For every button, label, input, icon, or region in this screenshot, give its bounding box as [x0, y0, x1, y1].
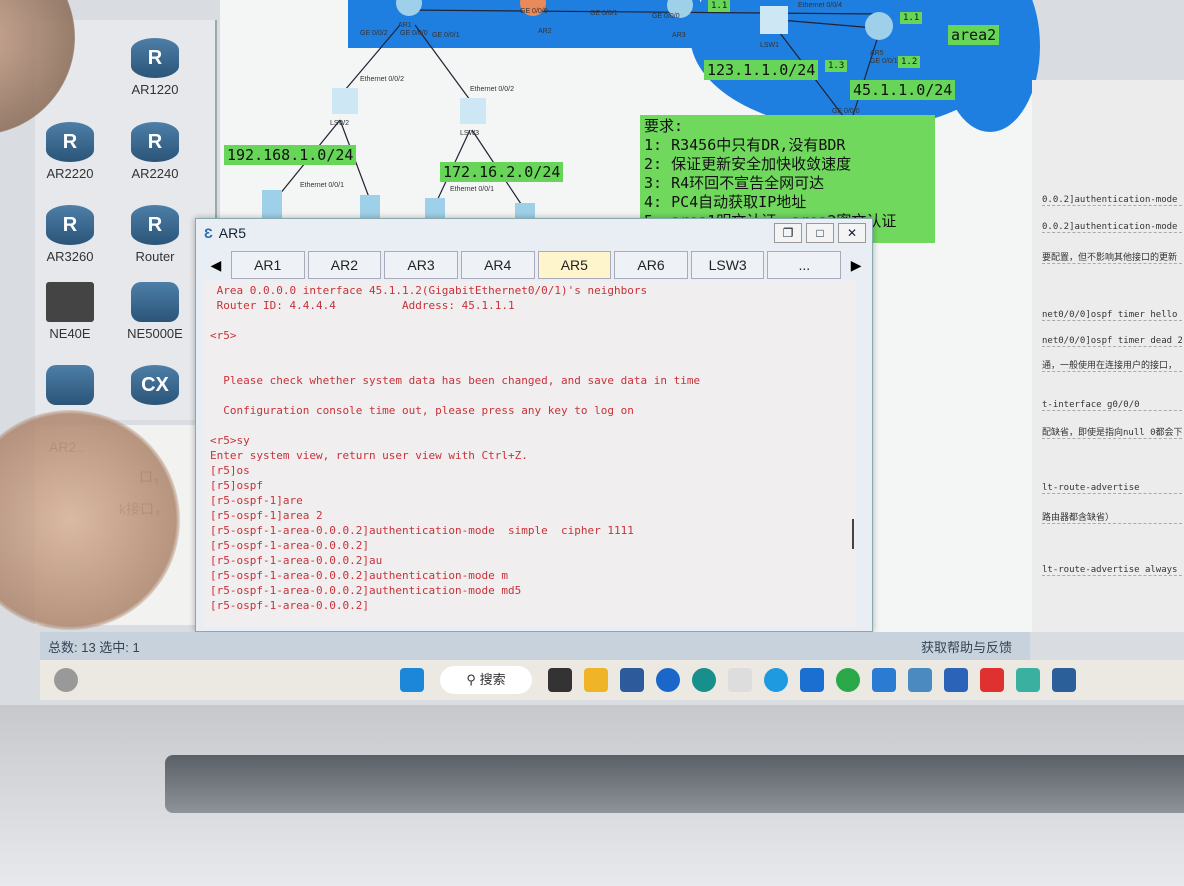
router-icon: R [46, 205, 94, 245]
window-title: AR5 [218, 225, 247, 241]
stacked-router-icon [131, 282, 179, 322]
status-bar: 总数: 13 选中: 1 获取帮助与反馈 [40, 632, 1030, 660]
stacked-router-icon [46, 365, 94, 405]
tab-scroll-left-icon[interactable]: ◀ [204, 251, 228, 281]
weather-icon[interactable] [54, 668, 78, 692]
device-ar2220[interactable]: R AR2220 [30, 122, 110, 181]
device-ar1220[interactable]: R AR1220 [115, 38, 195, 97]
document-panel: 0.0.2]authentication-mode 0.0.2]authenti… [1032, 80, 1184, 632]
tab-ar1[interactable]: AR1 [230, 251, 305, 279]
laptop-screen: R AR1220 R AR2220 R AR2240 R AR3260 R Router … [0, 0, 1184, 705]
device-tabs: ◀ AR1 AR2 AR3 AR4 AR5 AR6 LSW3 ... ▶ [204, 251, 868, 281]
edge-icon[interactable] [692, 668, 716, 692]
close-button[interactable]: ✕ [838, 223, 866, 243]
file-explorer-icon[interactable] [584, 668, 608, 692]
app-icon: Ɛ [204, 225, 213, 241]
terminal-line: Router ID: 4.4.4.4 Address: 45.1.1.1 [210, 299, 515, 312]
ie-icon[interactable] [764, 668, 788, 692]
device-ar2240[interactable]: R AR2240 [115, 122, 195, 181]
app-icon[interactable] [728, 668, 752, 692]
terminal-line: [r5-ospf-1-area-0.0.0.2]authentication-m… [210, 584, 522, 597]
terminal-line: [r5-ospf-1-area-0.0.0.2]au [210, 554, 383, 567]
wechat-icon[interactable] [836, 668, 860, 692]
ensp-icon[interactable] [1052, 668, 1076, 692]
area-label: area2 [948, 25, 1000, 45]
pc[interactable] [262, 190, 282, 220]
app-icon[interactable] [656, 668, 680, 692]
window-titlebar[interactable]: Ɛ AR5 ❐ □ ✕ [196, 219, 872, 247]
device-cx[interactable]: CX [115, 365, 195, 409]
store-icon[interactable] [620, 668, 644, 692]
terminal-line: Please check whether system data has bee… [210, 374, 701, 387]
virtualbox-icon[interactable] [944, 668, 968, 692]
terminal-line: [r5-ospf-1-area-0.0.0.2] [210, 539, 369, 552]
network-label: 123.1.1.0/24 [704, 60, 819, 80]
network-label: 45.1.1.0/24 [850, 80, 956, 100]
device-ne5000e[interactable]: NE5000E [115, 282, 195, 341]
router-ar5[interactable] [865, 12, 893, 40]
terminal-line: [r5-ospf-1-area-0.0.0.2]authentication-m… [210, 569, 509, 582]
terminal-line: [r5-ospf-1]area 2 [210, 509, 323, 522]
tab-ar5[interactable]: AR5 [537, 251, 612, 279]
laptop-hinge [165, 755, 1184, 813]
switch-lsw2[interactable] [332, 88, 358, 114]
app-icon[interactable] [908, 668, 932, 692]
terminal-line: [r5-ospf-1-area-0.0.0.2]authentication-m… [210, 524, 634, 537]
tab-ar3[interactable]: AR3 [384, 251, 458, 279]
device-ar3260[interactable]: R AR3260 [30, 205, 110, 264]
taskbar-search[interactable]: ⚲ 搜索 [440, 666, 532, 694]
terminal-scrollbar[interactable] [852, 519, 854, 549]
device-stacked[interactable] [30, 365, 110, 409]
router-icon: R [131, 122, 179, 162]
task-view-icon[interactable] [548, 668, 572, 692]
router-icon: R [131, 38, 179, 78]
vscode-icon[interactable] [872, 668, 896, 692]
app-icon[interactable] [800, 668, 824, 692]
tab-ar6[interactable]: AR6 [614, 251, 688, 279]
tab-lsw3[interactable]: LSW3 [690, 251, 765, 279]
start-icon[interactable] [400, 668, 424, 692]
tab-more[interactable]: ... [767, 251, 842, 279]
switch-lsw3[interactable] [460, 98, 486, 124]
tab-ar2[interactable]: AR2 [307, 251, 382, 279]
windows-taskbar: ⚲ 搜索 [40, 660, 1184, 700]
tab-ar4[interactable]: AR4 [460, 251, 535, 279]
terminal-output[interactable]: Area 0.0.0.0 interface 45.1.1.2(GigabitE… [204, 281, 856, 627]
restore-button[interactable]: ❐ [774, 223, 802, 243]
terminal-line: Area 0.0.0.0 interface 45.1.1.2(GigabitE… [210, 284, 648, 297]
terminal-line: Configuration console time out, please p… [210, 404, 634, 417]
network-label: 172.16.2.0/24 [440, 162, 564, 182]
terminal-line: [r5-ospf-1]are [210, 494, 303, 507]
router-icon: R [46, 122, 94, 162]
network-label: 192.168.1.0/24 [224, 145, 357, 165]
selection-count: 总数: 13 选中: 1 [48, 639, 140, 655]
cx-router-icon: CX [131, 365, 179, 405]
terminal-line: Enter system view, return user view with… [210, 449, 528, 462]
terminal-line: <r5>sy [210, 434, 250, 447]
router-icon: R [131, 205, 179, 245]
wps-icon[interactable] [980, 668, 1004, 692]
terminal-line: [r5]ospf [210, 479, 263, 492]
terminal-line: [r5-ospf-1-area-0.0.0.2] [210, 599, 369, 612]
notepad-icon[interactable] [1016, 668, 1040, 692]
switch-lsw1[interactable] [760, 6, 788, 34]
chassis-icon [46, 282, 94, 322]
terminal-line: [r5]os [210, 464, 250, 477]
search-icon: ⚲ [466, 672, 480, 687]
device-router[interactable]: R Router [115, 205, 195, 264]
console-window[interactable]: Ɛ AR5 ❐ □ ✕ ◀ AR1 AR2 AR3 AR4 AR5 AR6 LS… [195, 218, 873, 632]
tab-scroll-right-icon[interactable]: ▶ [844, 251, 868, 281]
maximize-button[interactable]: □ [806, 223, 834, 243]
help-feedback-link[interactable]: 获取帮助与反馈 [921, 637, 1012, 656]
terminal-line: <r5> [210, 329, 237, 342]
device-ne40e[interactable]: NE40E [30, 282, 110, 341]
